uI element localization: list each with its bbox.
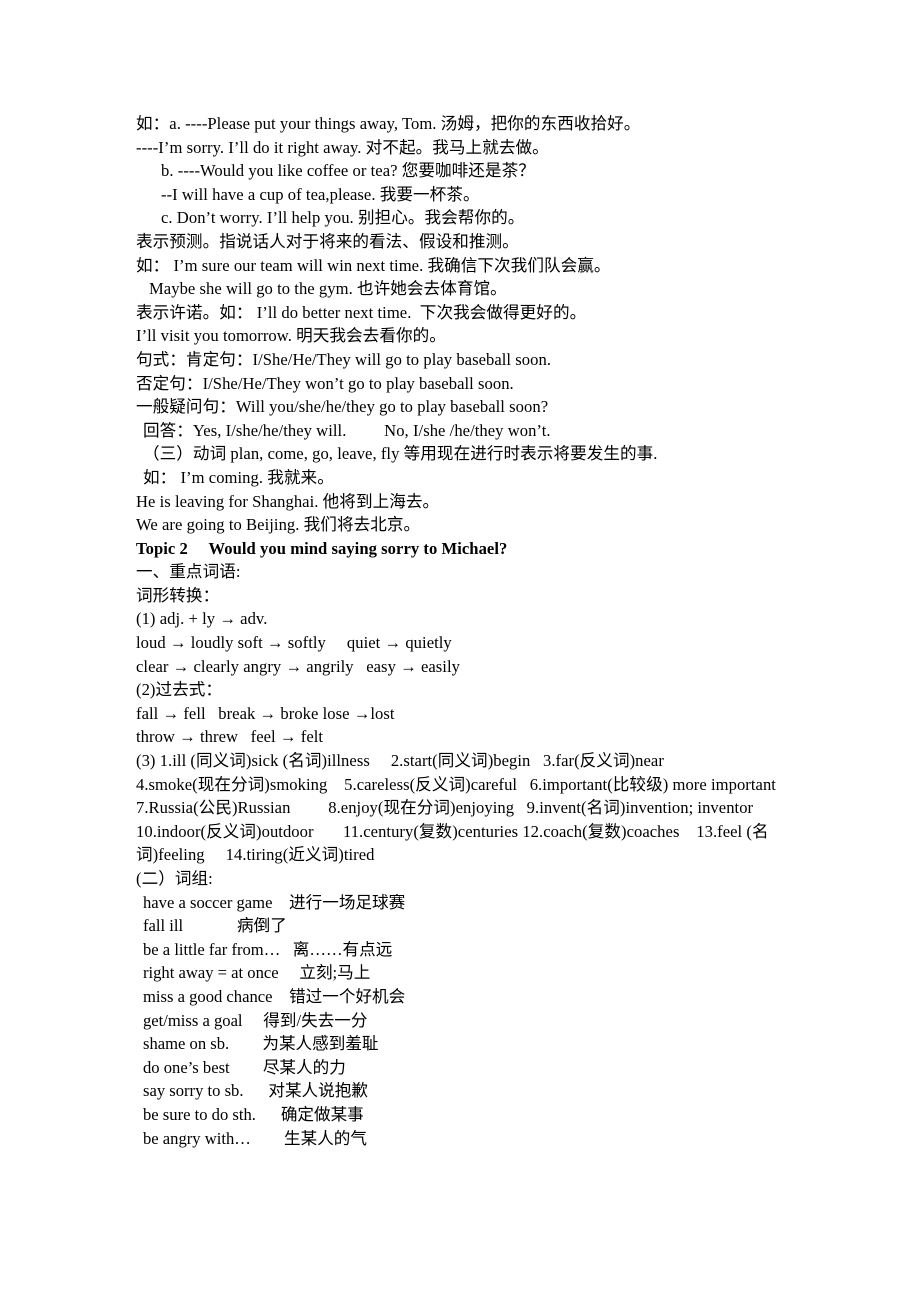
text-line: --I will have a cup of tea,please. 我要一杯茶… bbox=[161, 184, 480, 204]
text-line: 4.smoke(现在分词)smoking 5.careless(反义词)care… bbox=[136, 774, 776, 794]
text-line: fall → fell break → broke lose →lost bbox=[136, 703, 395, 723]
phrase-row: get/miss a goal 得到/失去一分 bbox=[143, 1009, 836, 1033]
text-line: 如： I’m sure our team will win next time.… bbox=[136, 255, 611, 275]
text-line: 10.indoor(反义词)outdoor 11.century(复数)cent… bbox=[136, 821, 769, 841]
phrase-row: be angry with… 生某人的气 bbox=[143, 1127, 836, 1151]
phrase-english: do one’s best bbox=[143, 1057, 230, 1077]
text-line: 7.Russia(公民)Russian 8.enjoy(现在分词)enjoyin… bbox=[136, 798, 754, 818]
phrase-row: fall ill 病倒了 bbox=[143, 914, 836, 938]
text-line: 否定句：I/She/He/They won’t go to play baseb… bbox=[136, 373, 514, 393]
text-line: Maybe she will go to the gym. 也许她会去体育馆。 bbox=[149, 279, 507, 299]
text-line: c. Don’t worry. I’ll help you. 别担心。我会帮你的… bbox=[161, 208, 525, 228]
text-line: He is leaving for Shanghai. 他将到上海去。 bbox=[136, 491, 440, 511]
phrase-gap bbox=[251, 1129, 284, 1148]
phrase-english: be angry with… bbox=[143, 1128, 251, 1148]
text-line: 如： I’m coming. 我就来。 bbox=[143, 467, 334, 487]
text-line: (1) adj. + ly → adv. bbox=[136, 609, 268, 629]
phrase-english: get/miss a goal bbox=[143, 1010, 243, 1030]
phrase-english: say sorry to sb. bbox=[143, 1081, 244, 1101]
text-line: 词)feeling 14.tiring(近义词)tired bbox=[136, 845, 375, 865]
text-line: b. ----Would you like coffee or tea? 您要咖… bbox=[161, 161, 535, 181]
text-line: 如：a. ----Please put your things away, To… bbox=[136, 114, 641, 133]
text-line: ----I’m sorry. I’ll do it right away. 对不… bbox=[136, 137, 549, 157]
phrase-chinese: 对某人说抱歉 bbox=[268, 1081, 368, 1101]
phrase-row: have a soccer game 进行一场足球赛 bbox=[143, 891, 836, 915]
phrase-chinese: 离……有点远 bbox=[292, 939, 393, 959]
text-line: (2)过去式： bbox=[136, 680, 223, 700]
phrase-gap bbox=[230, 1058, 263, 1077]
text-line: 回答：Yes, I/she/he/they will. No, I/she /h… bbox=[143, 420, 551, 440]
phrase-chinese: 立刻;马上 bbox=[299, 963, 371, 983]
phrase-english: fall ill bbox=[143, 916, 184, 936]
phrase-english: miss a good chance bbox=[143, 986, 273, 1006]
text-line: 表示许诺。如： I’ll do better next time. 下次我会做得… bbox=[136, 302, 587, 322]
text-line: We are going to Beijing. 我们将去北京。 bbox=[136, 515, 421, 535]
phrase-chinese: 确定做某事 bbox=[280, 1104, 364, 1124]
phrase-row: miss a good chance 错过一个好机会 bbox=[143, 985, 836, 1009]
phrase-chinese: 病倒了 bbox=[237, 916, 287, 936]
phrase-gap bbox=[243, 1081, 268, 1100]
text-line: 句式：肯定句：I/She/He/They will go to play bas… bbox=[136, 349, 552, 369]
phrase-row: say sorry to sb. 对某人说抱歉 bbox=[143, 1079, 836, 1103]
document-body: 如：a. ----Please put your things away, To… bbox=[136, 112, 836, 1150]
phrase-row: shame on sb. 为某人感到羞耻 bbox=[143, 1032, 836, 1056]
topic-heading: Topic 2 Would you mind saying sorry to M… bbox=[136, 538, 508, 558]
phrase-english: be sure to do sth. bbox=[143, 1104, 256, 1124]
phrase-chinese: 错过一个好机会 bbox=[289, 986, 406, 1006]
text-line: 一般疑问句：Will you/she/he/they go to play ba… bbox=[136, 397, 549, 417]
phrase-row: right away = at once 立刻;马上 bbox=[143, 961, 836, 985]
text-line: 一、重点词语: bbox=[136, 562, 241, 582]
phrase-gap bbox=[256, 1105, 281, 1124]
text-line: loud → loudly soft → softly quiet → quie… bbox=[136, 633, 452, 653]
phrase-chinese: 进行一场足球赛 bbox=[289, 892, 406, 912]
phrase-row: be a little far from… 离……有点远 bbox=[143, 938, 836, 962]
phrase-english: have a soccer game bbox=[143, 892, 273, 912]
text-line: (3) 1.ill (同义词)sick (名词)illness 2.start(… bbox=[136, 751, 664, 771]
phrase-english: right away = at once bbox=[143, 963, 279, 983]
text-line: 表示预测。指说话人对于将来的看法、假设和推测。 bbox=[136, 231, 519, 251]
phrase-english: be a little far from… bbox=[143, 939, 281, 959]
phrase-chinese: 生某人的气 bbox=[284, 1128, 367, 1148]
phrase-chinese: 得到/失去一分 bbox=[263, 1010, 368, 1030]
text-line: (二）词组: bbox=[136, 869, 213, 888]
phrase-gap bbox=[243, 1011, 264, 1030]
phrase-gap bbox=[280, 940, 292, 959]
phrases-list: have a soccer game 进行一场足球赛 fall ill 病倒了 be… bbox=[136, 891, 836, 1151]
future-tense-examples-block: 如：a. ----Please put your things away, To… bbox=[136, 112, 836, 537]
phrase-gap bbox=[229, 1034, 262, 1053]
document-page: 如：a. ----Please put your things away, To… bbox=[0, 0, 920, 1302]
phrase-gap bbox=[279, 963, 300, 982]
text-line: I’ll visit you tomorrow. 明天我会去看你的。 bbox=[136, 326, 446, 346]
phrase-gap bbox=[273, 987, 290, 1006]
text-line: clear → clearly angry → angrily easy → e… bbox=[136, 656, 460, 676]
text-line: （三）动词 plan, come, go, leave, fly 等用现在进行时… bbox=[143, 444, 658, 464]
phrase-row: do one’s best 尽某人的力 bbox=[143, 1056, 836, 1080]
phrase-row: be sure to do sth. 确定做某事 bbox=[143, 1103, 836, 1127]
phrase-gap bbox=[272, 893, 289, 912]
text-line: throw → threw feel → felt bbox=[136, 727, 324, 747]
phrase-chinese: 为某人感到羞耻 bbox=[262, 1034, 379, 1054]
key-words-block: 一、重点词语: 词形转换： (1) adj. + ly → adv. loud → l… bbox=[136, 560, 836, 890]
phrase-english: shame on sb. bbox=[143, 1034, 230, 1054]
text-line: 词形转换： bbox=[136, 585, 220, 605]
phrase-gap bbox=[183, 916, 237, 935]
phrase-chinese: 尽某人的力 bbox=[262, 1057, 346, 1077]
